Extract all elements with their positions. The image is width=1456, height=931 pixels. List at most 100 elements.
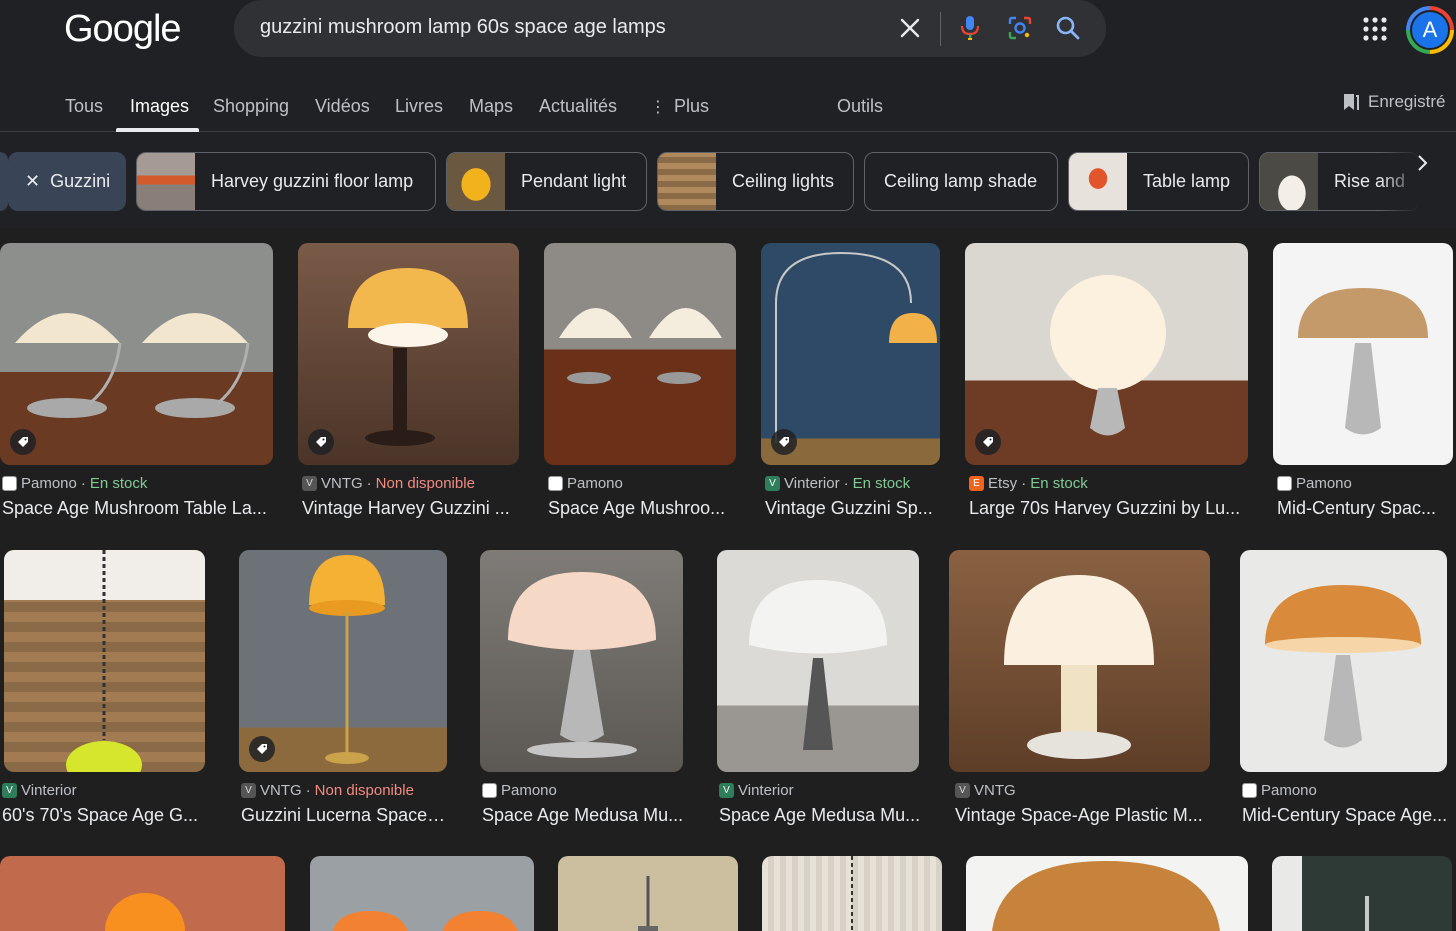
tab-all[interactable]: Tous xyxy=(65,96,103,117)
tab-maps[interactable]: Maps xyxy=(469,96,513,117)
vntg-favicon: V xyxy=(955,783,970,798)
tab-more[interactable]: ⋮ Plus xyxy=(650,96,709,117)
result-title[interactable]: Vintage Space-Age Plastic M... xyxy=(955,805,1210,826)
tab-tools[interactable]: Outils xyxy=(837,96,883,117)
source-name: Pamono xyxy=(501,782,557,799)
stock-status: En stock xyxy=(89,475,148,492)
chip-table-lamp[interactable]: Table lamp xyxy=(1068,152,1249,211)
result-title[interactable]: Space Age Medusa Mu... xyxy=(719,805,921,826)
result-title[interactable]: Guzzini Lucerna Space ... xyxy=(241,805,447,826)
source-name: Pamono xyxy=(21,475,77,492)
source-name: Pamono xyxy=(1261,782,1317,799)
result-source: V VNTG · Non disponible xyxy=(302,475,475,492)
chip-pendant-light[interactable]: Pendant light xyxy=(446,152,647,211)
account-avatar[interactable]: A xyxy=(1406,6,1454,54)
result-image[interactable] xyxy=(4,550,205,772)
result-image[interactable] xyxy=(1272,856,1452,931)
price-tag-icon xyxy=(771,429,797,455)
chip-label: Pendant light xyxy=(521,171,627,191)
source-name: VNTG xyxy=(321,475,363,492)
vntg-favicon: V xyxy=(302,476,317,491)
price-tag-icon xyxy=(975,429,1001,455)
chip-thumbnail xyxy=(1260,153,1318,210)
result-source: E Etsy · En stock xyxy=(969,475,1088,492)
result-image[interactable] xyxy=(0,856,285,931)
google-logo[interactable]: Google xyxy=(64,8,182,51)
tab-more-label: Plus xyxy=(674,96,710,116)
result-title[interactable]: Vintage Guzzini Sp... xyxy=(765,498,941,519)
tab-images[interactable]: Images xyxy=(130,96,189,117)
chip-label: Table lamp xyxy=(1143,171,1231,191)
result-source: V Vinterior xyxy=(719,782,794,799)
pamono-favicon xyxy=(2,476,17,491)
source-name: Etsy xyxy=(988,475,1018,492)
result-image[interactable] xyxy=(239,550,447,772)
result-source: Pamono xyxy=(548,475,623,492)
result-title[interactable]: Space Age Mushroom Table La... xyxy=(2,498,273,519)
search-icon[interactable] xyxy=(1052,12,1084,44)
chip-ceiling-lamp-shade[interactable]: Ceiling lamp shade xyxy=(864,152,1058,211)
result-source: V Vinterior · En stock xyxy=(765,475,910,492)
result-image[interactable] xyxy=(558,856,738,931)
apps-grid-icon[interactable] xyxy=(1362,16,1388,42)
result-image[interactable] xyxy=(966,856,1248,931)
result-source: Pamono xyxy=(1242,782,1317,799)
result-source: Pamono · En stock xyxy=(2,475,147,492)
result-source: Pamono xyxy=(1277,475,1352,492)
source-name: Pamono xyxy=(567,475,623,492)
vntg-favicon: V xyxy=(241,783,256,798)
more-vert-icon: ⋮ xyxy=(650,99,666,116)
separator: · xyxy=(80,475,86,492)
image-results-grid: Pamono · En stock Space Age Mushroom Tab… xyxy=(0,228,1456,931)
chip-thumbnail xyxy=(137,153,195,210)
search-box[interactable]: guzzini mushroom lamp 60s space age lamp… xyxy=(234,0,1106,57)
google-lens-icon[interactable] xyxy=(1004,12,1036,44)
result-title[interactable]: Space Age Mushroo... xyxy=(548,498,736,519)
result-image[interactable] xyxy=(949,550,1210,772)
result-title[interactable]: 60's 70's Space Age G... xyxy=(2,805,207,826)
search-input[interactable]: guzzini mushroom lamp 60s space age lamp… xyxy=(260,16,666,39)
result-title[interactable]: Mid-Century Spac... xyxy=(1277,498,1453,519)
refinement-chips: ✕ Guzzini Harvey guzzini floor lamp Pend… xyxy=(0,133,1456,228)
price-tag-icon xyxy=(10,429,36,455)
header: Google guzzini mushroom lamp 60s space a… xyxy=(0,0,1456,60)
result-image[interactable] xyxy=(717,550,919,772)
result-source: V VNTG · Non disponible xyxy=(241,782,414,799)
result-title[interactable]: Mid-Century Space Age... xyxy=(1242,805,1449,826)
separator: · xyxy=(1021,475,1027,492)
vinterior-favicon: V xyxy=(2,783,17,798)
result-image[interactable] xyxy=(0,243,273,465)
result-image[interactable] xyxy=(762,856,942,931)
tab-news[interactable]: Actualités xyxy=(539,96,617,117)
result-image[interactable] xyxy=(298,243,519,465)
tab-shopping[interactable]: Shopping xyxy=(213,96,289,117)
result-title[interactable]: Space Age Medusa Mu... xyxy=(482,805,684,826)
tab-books[interactable]: Livres xyxy=(395,96,443,117)
result-image[interactable] xyxy=(965,243,1248,465)
result-image[interactable] xyxy=(480,550,683,772)
search-divider xyxy=(940,12,941,46)
pamono-favicon xyxy=(1242,783,1257,798)
separator: · xyxy=(366,475,372,492)
pamono-favicon xyxy=(1277,476,1292,491)
result-image[interactable] xyxy=(310,856,534,931)
chip-ceiling-lights[interactable]: Ceiling lights xyxy=(657,152,854,211)
result-image[interactable] xyxy=(1240,550,1447,772)
chevron-right-icon[interactable] xyxy=(1410,151,1434,175)
separator: · xyxy=(843,475,849,492)
tab-videos[interactable]: Vidéos xyxy=(315,96,370,117)
result-image[interactable] xyxy=(544,243,736,465)
search-tabs: Tous Images Shopping Vidéos Livres Maps … xyxy=(0,60,1456,132)
saved-button[interactable]: Enregistré xyxy=(1342,92,1445,112)
result-title[interactable]: Vintage Harvey Guzzini ... xyxy=(302,498,522,519)
stock-status: Non disponible xyxy=(314,782,414,799)
microphone-icon[interactable] xyxy=(954,12,986,44)
clear-icon[interactable] xyxy=(894,12,926,44)
chip-harvey-guzzini-floor-lamp[interactable]: Harvey guzzini floor lamp xyxy=(136,152,436,211)
result-title[interactable]: Large 70s Harvey Guzzini by Lu... xyxy=(969,498,1249,519)
chip-guzzini[interactable]: ✕ Guzzini xyxy=(8,152,126,211)
result-image[interactable] xyxy=(761,243,940,465)
result-image[interactable] xyxy=(1273,243,1453,465)
stock-status: En stock xyxy=(1030,475,1088,492)
close-icon[interactable]: ✕ xyxy=(9,171,40,192)
